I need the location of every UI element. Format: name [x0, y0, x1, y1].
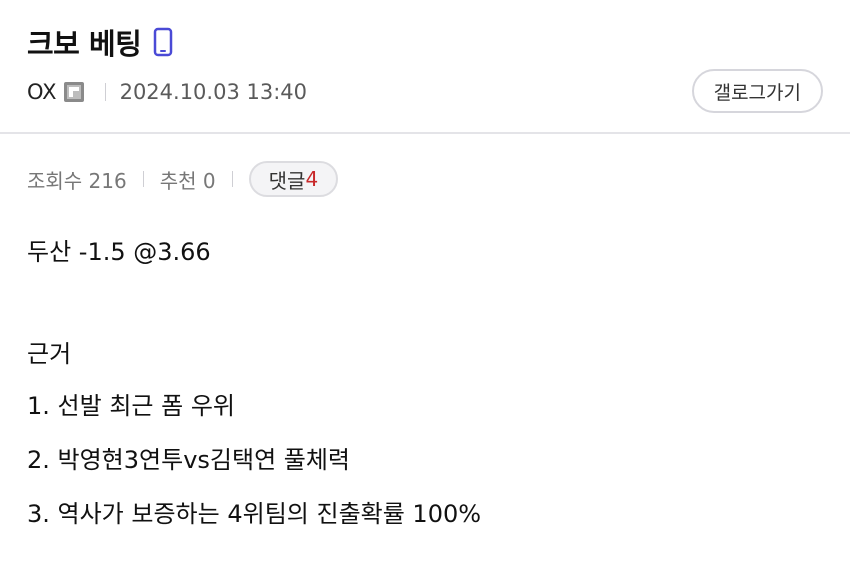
mobile-phone-icon: [153, 27, 173, 57]
view-count: 조회수 216: [27, 168, 127, 193]
recommend-count: 추천 0: [159, 168, 216, 193]
body-line: 두산 -1.5 @3.66: [27, 238, 211, 266]
post-date: 2024.10.03 13:40: [119, 80, 308, 104]
meta-row: OX 2024.10.03 13:40: [27, 74, 307, 110]
body-line: 2. 박영현3연투vs김택연 풀체력: [27, 446, 351, 474]
comments-count: 4: [305, 167, 319, 191]
stats-divider: [142, 171, 144, 187]
body-line: 3. 역사가 보증하는 4위팀의 진출확률 100%: [27, 500, 482, 528]
post-title: 크보 베팅: [27, 27, 142, 61]
gallog-button[interactable]: 갤로그가기: [691, 69, 823, 113]
body-line: 근거: [27, 340, 72, 368]
fixed-nickname-icon: [63, 81, 85, 103]
stats-divider: [231, 171, 233, 187]
comments-label: 댓글: [268, 168, 306, 193]
meta-divider: [104, 83, 106, 101]
author-name[interactable]: OX: [27, 80, 57, 104]
body-line: 1. 선발 최근 폼 우위: [27, 392, 235, 420]
title-row: 크보 베팅: [27, 20, 173, 64]
comments-button[interactable]: 댓글 4: [248, 161, 339, 197]
post-header: 크보 베팅 OX 2024.10.03 13:40 갤로그가기: [0, 0, 850, 134]
stats-row: 조회수 216 추천 0 댓글 4: [27, 160, 339, 198]
